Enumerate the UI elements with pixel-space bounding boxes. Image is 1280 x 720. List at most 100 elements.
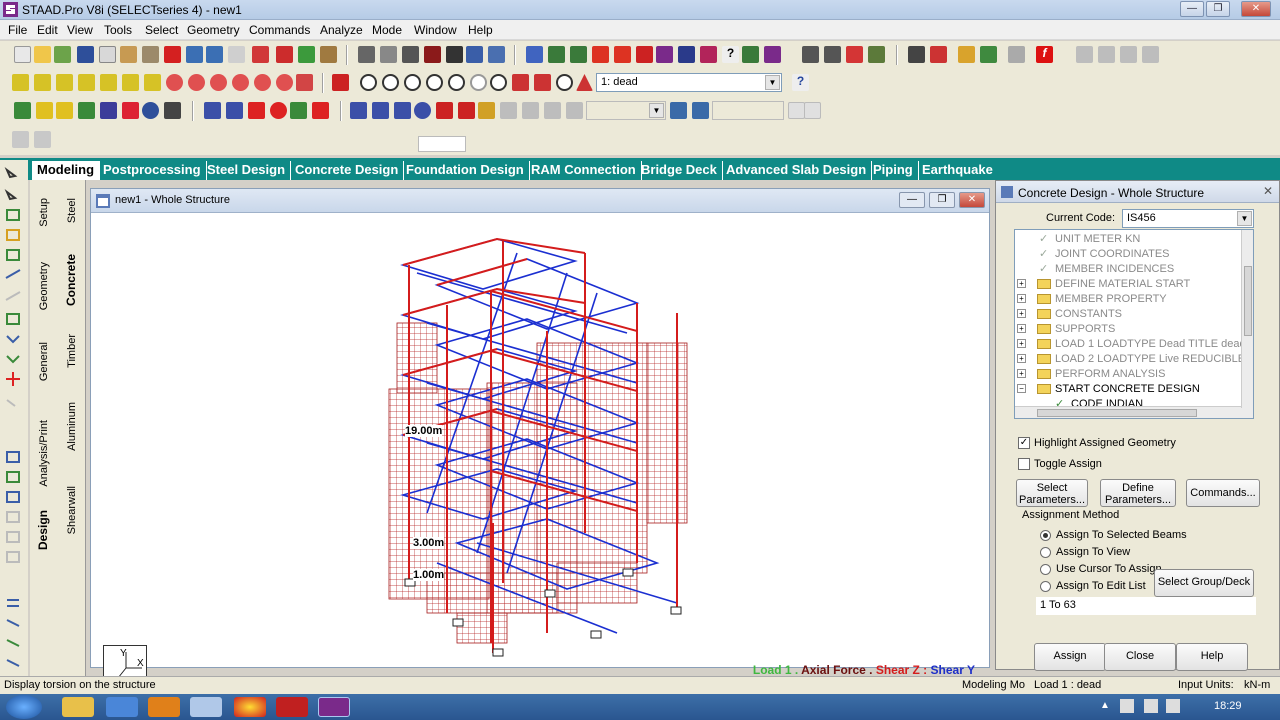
tree-item[interactable]: + CONSTANTS [1015,307,1241,322]
rotate-x-icon[interactable] [166,74,183,91]
zoom-all-icon[interactable] [470,74,487,91]
open-structure-icon[interactable] [54,46,71,63]
moment-y-disabled-icon[interactable] [500,102,517,119]
rotate-neg-x-icon[interactable] [232,74,249,91]
start-button-icon[interactable] [6,695,42,719]
radio-assign-selected-beams[interactable] [1040,530,1051,541]
expand-toggle-icon[interactable]: + [1017,309,1026,318]
back-view-icon[interactable] [56,74,73,91]
clock[interactable]: 18:29 [1214,700,1242,712]
structure-canvas[interactable]: 19.00m 3.00m 1.00m Y X Z Load 1 . Axial … [97,213,985,689]
cross-icon[interactable] [700,46,717,63]
move-icon[interactable] [312,102,329,119]
vtab-analysis-print[interactable]: Analysis/Print [38,420,50,487]
cut-icon[interactable] [120,46,137,63]
grid-select-icon[interactable] [164,102,181,119]
right-view-icon[interactable] [100,74,117,91]
tree-vertical-scrollbar[interactable] [1241,230,1253,408]
editor-icon[interactable] [488,46,505,63]
tray-volume-icon[interactable] [1166,699,1180,713]
solids-cursor-icon[interactable] [100,102,117,119]
release-icon[interactable] [1008,46,1025,63]
help-question-icon[interactable]: ? [722,46,739,63]
axial-icon[interactable] [394,102,411,119]
vtab-aluminum[interactable]: Aluminum [66,402,78,451]
loads-icon[interactable] [846,46,863,63]
menu-mode[interactable]: Mode [372,23,402,37]
highlight-assigned-checkbox[interactable]: ✓ [1018,437,1030,449]
pencil-icon[interactable] [320,46,337,63]
tab-modeling[interactable]: Modeling [32,161,101,180]
node-numbers-icon[interactable] [350,102,367,119]
vtab-concrete[interactable]: Concrete [64,254,78,306]
geometry-cursor-icon[interactable] [122,102,139,119]
radio-cursor-assign[interactable] [1040,564,1051,575]
plate-icon[interactable] [930,46,947,63]
zoom-in-icon[interactable] [360,74,377,91]
tree-item[interactable]: + MEMBER PROPERTY [1015,292,1241,307]
scale-disabled-icon[interactable] [544,102,561,119]
copy-icon[interactable] [99,46,116,63]
vtab-general[interactable]: General [38,342,50,381]
close-panel-button[interactable]: Close [1104,643,1176,671]
menu-window[interactable]: Window [414,23,457,37]
tab-ram-connection[interactable]: RAM Connection [526,161,642,180]
select-beam-icon[interactable] [570,46,587,63]
tree-item[interactable]: + PERFORM ANALYSIS [1015,367,1241,382]
command-tree[interactable]: ✓ UNIT METER KN ✓ JOINT COORDINATES ✓ MEMBER … [1014,229,1254,419]
snap-icon[interactable] [252,46,269,63]
assign-button[interactable]: Assign [1034,643,1106,671]
edit-list-field[interactable]: 1 To 63 [1036,597,1256,615]
tree-item[interactable]: + DEFINE MATERIAL START [1015,277,1241,292]
expand-toggle-icon[interactable]: + [1017,354,1026,363]
geometry-icon[interactable] [824,46,841,63]
beam-dim-icon[interactable] [636,46,653,63]
close-button[interactable]: ✕ [1241,1,1271,17]
define-parameters-button[interactable]: Define Parameters... [1100,479,1176,507]
tab-foundation-design[interactable]: Foundation Design [401,161,530,180]
structure-view-icon[interactable] [204,102,221,119]
zoom-extents-icon[interactable] [448,74,465,91]
triangle-icon[interactable] [576,74,593,91]
print-icon[interactable] [358,46,375,63]
add-plate-icon[interactable] [290,102,307,119]
zoom-disabled-icon[interactable] [490,74,507,91]
tab-advanced-slab-design[interactable]: Advanced Slab Design [721,161,873,180]
tree-horizontal-scrollbar[interactable] [1015,406,1253,418]
tree-item[interactable]: + SUPPORTS [1015,322,1241,337]
select-group-deck-button[interactable]: Select Group/Deck [1154,569,1254,597]
shear-z-icon[interactable] [458,102,475,119]
spec-icon[interactable] [980,46,997,63]
canvas-restore-button[interactable]: ❐ [929,192,955,208]
add-curved-icon[interactable] [270,102,287,119]
undo-icon[interactable] [186,46,203,63]
rotate-neg-z-icon[interactable] [276,74,293,91]
new-file-icon[interactable] [14,46,31,63]
zoom-prev-icon[interactable] [426,74,443,91]
block-icon[interactable] [276,46,293,63]
tab-earthquake[interactable]: Earthquake [917,161,998,180]
staad-taskbar-icon[interactable] [318,697,350,717]
disabled-select[interactable]: ▼ [586,101,666,120]
tray-arrow-icon[interactable]: ▲ [1100,700,1110,711]
expand-toggle-icon[interactable]: + [1017,324,1026,333]
panel-close-icon[interactable]: ✕ [1263,184,1273,198]
pan-icon[interactable] [296,74,313,91]
tray-network-icon[interactable] [1144,699,1158,713]
open-folder-icon[interactable] [34,46,51,63]
help-button[interactable]: Help [1176,643,1248,671]
redo-icon[interactable] [206,46,223,63]
vlc-taskbar-icon[interactable] [148,697,180,717]
menu-file[interactable]: File [8,23,27,37]
tab-concrete-design[interactable]: Concrete Design [290,161,405,180]
properties-icon[interactable] [868,46,885,63]
beam-numbers-icon[interactable] [372,102,389,119]
disabled-icon-2[interactable] [1098,46,1115,63]
function-icon[interactable]: f [1036,46,1053,63]
node-dim-icon[interactable] [614,46,631,63]
report-icon[interactable] [402,46,419,63]
tab-piping[interactable]: Piping [868,161,919,180]
top-view-icon[interactable] [122,74,139,91]
rotate-neg-y-icon[interactable] [254,74,271,91]
menu-edit[interactable]: Edit [37,23,58,37]
